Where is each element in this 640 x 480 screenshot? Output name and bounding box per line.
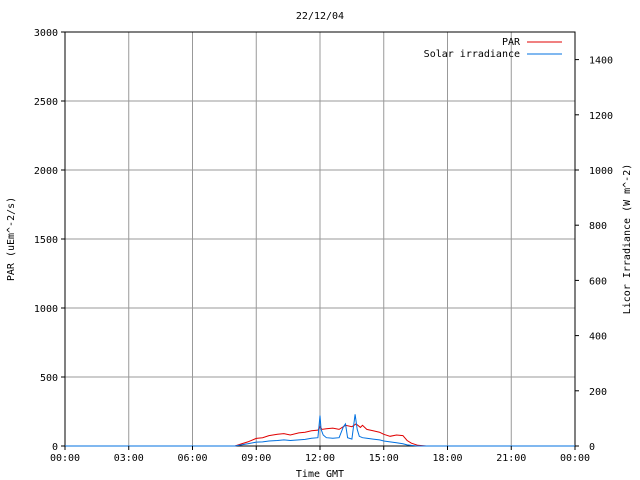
y2-tick-label: 600 xyxy=(589,276,607,287)
x-tick-label: 18:00 xyxy=(432,453,462,464)
y-tick-label: 1500 xyxy=(34,235,58,246)
y2-tick-label: 1200 xyxy=(589,111,613,122)
y2-tick-label: 800 xyxy=(589,221,607,232)
chart-title: 22/12/04 xyxy=(296,11,344,22)
y-tick-label: 3000 xyxy=(34,28,58,39)
x-tick-label: 12:00 xyxy=(305,453,335,464)
x-tick-label: 09:00 xyxy=(241,453,271,464)
x-tick-label: 06:00 xyxy=(177,453,207,464)
legend-label-solar-irradiance: Solar irradiance xyxy=(424,49,520,60)
y2-tick-label: 0 xyxy=(589,442,595,453)
y-tick-label: 2000 xyxy=(34,166,58,177)
y-tick-label: 2500 xyxy=(34,97,58,108)
x-tick-label: 21:00 xyxy=(496,453,526,464)
legend: PAR Solar irradiance xyxy=(424,37,562,60)
y2-tick-label: 1000 xyxy=(589,166,613,177)
axis-ticks: 00:00 03:00 06:00 09:00 12:00 15:00 18:00 21:00… xyxy=(34,28,613,464)
y-axis-label: PAR (uEm^-2/s) xyxy=(6,197,17,281)
x-axis-label: Time GMT xyxy=(296,469,344,480)
y2-tick-label: 1400 xyxy=(589,56,613,67)
x-tick-label: 00:00 xyxy=(560,453,590,464)
y-tick-label: 0 xyxy=(52,442,58,453)
x-tick-label: 00:00 xyxy=(50,453,80,464)
y2-axis-label: Licor Irradiance (W m^-2) xyxy=(622,164,633,315)
y-tick-label: 500 xyxy=(40,373,58,384)
legend-label-par: PAR xyxy=(502,37,521,48)
y-tick-label: 1000 xyxy=(34,304,58,315)
grid xyxy=(65,32,575,446)
y2-tick-label: 200 xyxy=(589,387,607,398)
y2-tick-label: 400 xyxy=(589,332,607,343)
chart: 00:00 03:00 06:00 09:00 12:00 15:00 18:00 21:00… xyxy=(6,11,633,480)
x-tick-label: 15:00 xyxy=(369,453,399,464)
x-tick-label: 03:00 xyxy=(114,453,144,464)
